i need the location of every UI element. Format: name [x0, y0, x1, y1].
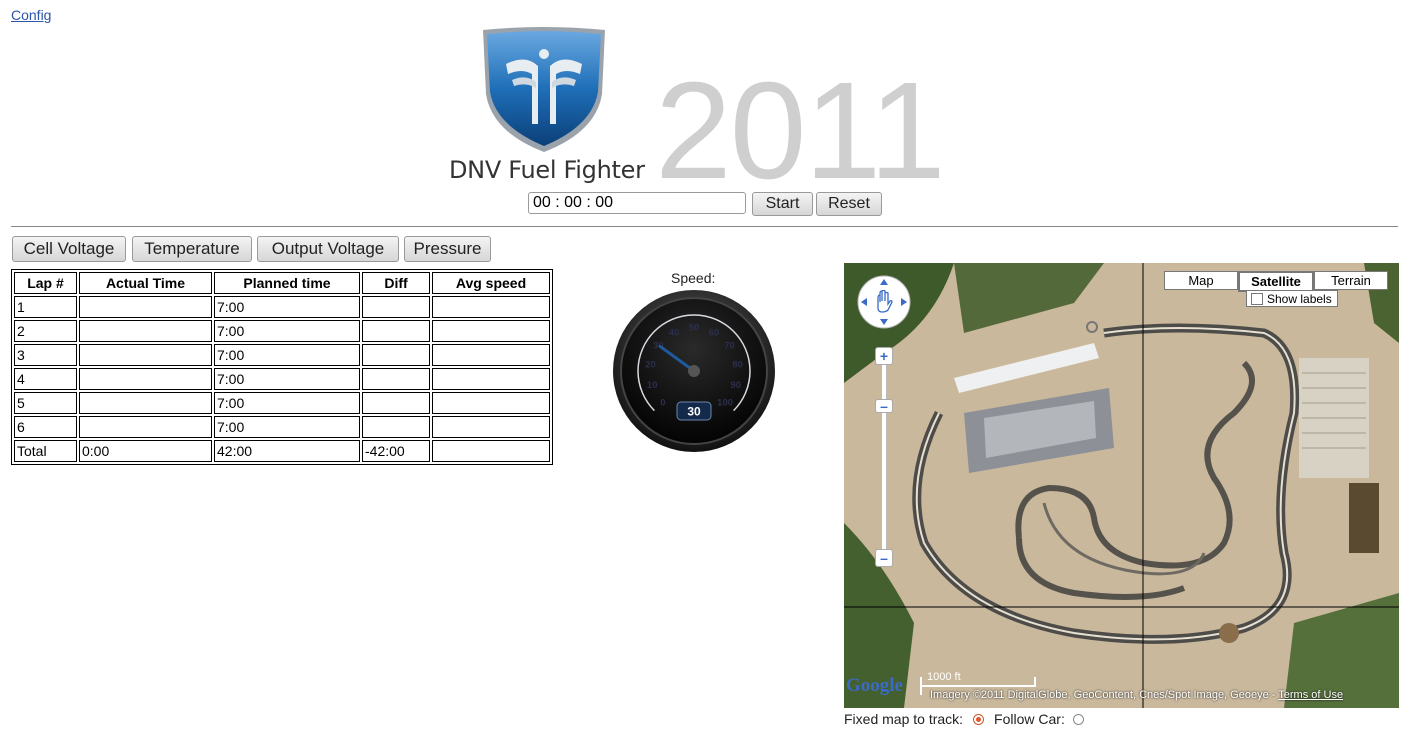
column-header: Planned time	[214, 272, 360, 294]
logo-brand-text: DNV Fuel Fighter	[449, 156, 645, 184]
follow-car-label: Follow Car:	[994, 711, 1065, 727]
start-button[interactable]: Start	[752, 192, 813, 216]
tab-cell-voltage[interactable]: Cell Voltage	[12, 236, 126, 262]
gauge-tick-label: 40	[669, 327, 680, 338]
pan-control[interactable]	[856, 274, 912, 330]
zoom-slider-handle[interactable]: –	[875, 399, 893, 413]
map-type-map[interactable]: Map	[1164, 271, 1238, 290]
config-link[interactable]: Config	[11, 7, 51, 23]
table-cell: 7:00	[214, 392, 360, 414]
map-attribution: Imagery ©2011 DigitalGlobe, GeoContent, …	[930, 689, 1343, 701]
google-logo: Google	[846, 675, 903, 696]
gauge-tick-label: 0	[660, 398, 665, 409]
table-cell	[79, 344, 212, 366]
fixed-map-radio[interactable]	[973, 713, 985, 725]
table-cell: 1	[14, 296, 77, 318]
table-cell	[432, 296, 550, 318]
lap-table: Lap # Actual Time Planned time Diff Avg …	[11, 269, 553, 465]
terms-of-use-link[interactable]: Terms of Use	[1278, 689, 1343, 701]
column-header: Diff	[362, 272, 430, 294]
table-cell	[432, 320, 550, 342]
table-cell: -42:00	[362, 440, 430, 462]
table-header-row: Lap # Actual Time Planned time Diff Avg …	[14, 272, 550, 294]
table-cell	[362, 320, 430, 342]
table-cell	[362, 392, 430, 414]
table-total-row: Total 0:00 42:00 -42:00	[14, 440, 550, 462]
gauge-value-text: 30	[687, 405, 701, 419]
table-cell	[362, 296, 430, 318]
divider	[11, 226, 1398, 227]
table-cell	[432, 416, 550, 438]
table-cell	[79, 368, 212, 390]
fixed-map-label: Fixed map to track:	[844, 711, 964, 727]
scale-label-imperial: 1000 ft	[927, 671, 961, 683]
gauge-tick-label: 100	[717, 398, 733, 409]
gauge-tick-label: 20	[645, 360, 656, 371]
column-header: Actual Time	[79, 272, 212, 294]
speed-gauge: 010203040 50 60708090100 30	[613, 290, 775, 452]
table-row: 1 7:00	[14, 296, 550, 318]
timer-input[interactable]	[528, 192, 746, 214]
table-cell: 0:00	[79, 440, 212, 462]
table-cell: 7:00	[214, 368, 360, 390]
gauge-tick-label: 80	[732, 360, 743, 371]
speed-label: Speed:	[671, 270, 716, 286]
table-cell	[432, 440, 550, 462]
table-row: 2 7:00	[14, 320, 550, 342]
map-type-terrain[interactable]: Terrain	[1314, 271, 1388, 290]
gauge-hub	[688, 365, 700, 377]
table-cell	[79, 320, 212, 342]
zoom-out-button[interactable]: –	[875, 549, 893, 567]
logo-year-text: 2011	[655, 54, 946, 208]
table-cell: 42:00	[214, 440, 360, 462]
table-cell: 7:00	[214, 416, 360, 438]
zoom-slider-track[interactable]	[877, 343, 889, 568]
column-header: Lap #	[14, 272, 77, 294]
table-cell	[362, 344, 430, 366]
satellite-imagery[interactable]	[844, 263, 1399, 708]
table-cell	[79, 296, 212, 318]
satellite-map[interactable]: Map Satellite Terrain Show labels + – – …	[844, 263, 1399, 708]
table-cell: 6	[14, 416, 77, 438]
gauge-tick-label: 70	[724, 341, 735, 352]
dnv-shield-logo	[483, 27, 605, 152]
table-cell	[432, 368, 550, 390]
tab-pressure[interactable]: Pressure	[404, 236, 491, 262]
zoom-in-button[interactable]: +	[875, 347, 893, 365]
table-cell: 3	[14, 344, 77, 366]
gauge-tick-label: 90	[731, 380, 742, 391]
table-cell	[432, 344, 550, 366]
gauge-tick-label: 60	[709, 327, 720, 338]
map-type-control: Map Satellite Terrain	[1164, 271, 1388, 292]
reset-button[interactable]: Reset	[816, 192, 882, 216]
table-row: 5 7:00	[14, 392, 550, 414]
follow-car-radio[interactable]	[1072, 713, 1084, 725]
table-cell: 7:00	[214, 320, 360, 342]
map-follow-options: Fixed map to track: Follow Car:	[844, 711, 1084, 727]
show-labels-text: Show labels	[1267, 291, 1332, 306]
table-cell	[362, 416, 430, 438]
table-cell	[362, 368, 430, 390]
table-cell: 7:00	[214, 296, 360, 318]
table-cell: 2	[14, 320, 77, 342]
table-cell	[79, 392, 212, 414]
gauge-tick-label: 50	[689, 323, 700, 334]
table-cell: Total	[14, 440, 77, 462]
gauge-tick-label: 10	[647, 380, 658, 391]
table-cell: 5	[14, 392, 77, 414]
table-row: 3 7:00	[14, 344, 550, 366]
table-cell	[432, 392, 550, 414]
table-cell: 4	[14, 368, 77, 390]
table-cell	[79, 416, 212, 438]
column-header: Avg speed	[432, 272, 550, 294]
table-row: 4 7:00	[14, 368, 550, 390]
table-cell: 7:00	[214, 344, 360, 366]
attribution-text: Imagery ©2011 DigitalGlobe, GeoContent, …	[930, 689, 1279, 701]
tab-temperature[interactable]: Temperature	[132, 236, 252, 262]
table-row: 6 7:00	[14, 416, 550, 438]
tab-output-voltage[interactable]: Output Voltage	[257, 236, 399, 262]
show-labels-checkbox[interactable]	[1251, 292, 1263, 305]
show-labels-option[interactable]: Show labels	[1246, 290, 1338, 307]
map-type-satellite[interactable]: Satellite	[1238, 271, 1314, 292]
